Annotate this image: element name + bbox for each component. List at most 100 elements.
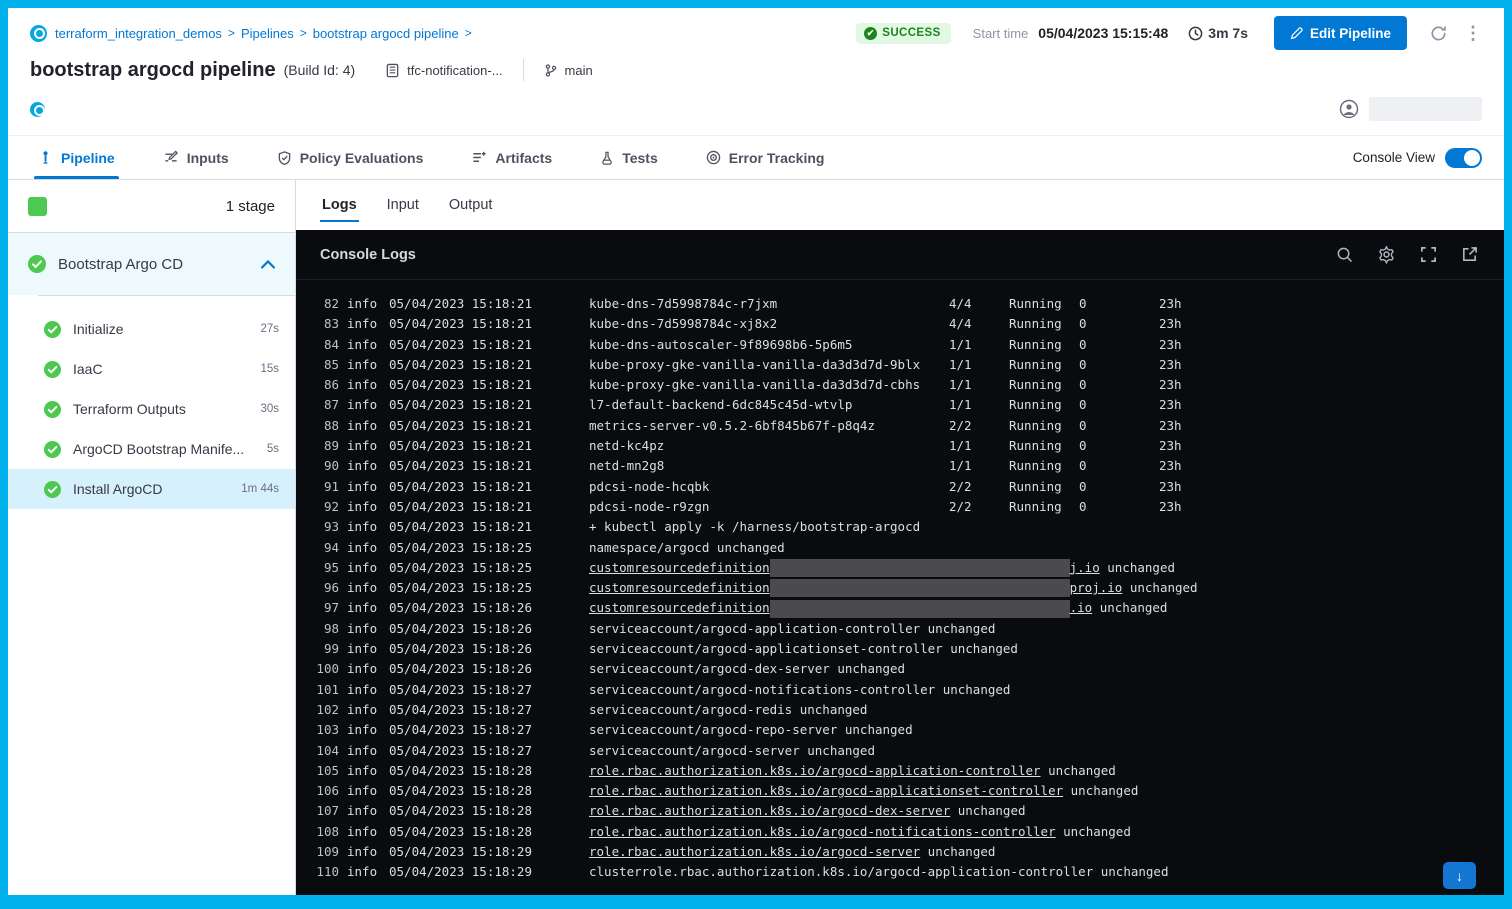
log-level: info	[347, 497, 381, 517]
log-level: info	[347, 700, 381, 720]
more-options-button[interactable]: ⋮	[1464, 23, 1482, 44]
log-open-external-button[interactable]	[1461, 246, 1478, 263]
log-message: kube-proxy-gke-vanilla-vanilla-da3d3d7d-…	[589, 375, 1504, 395]
log-text: unchanged	[1122, 578, 1197, 598]
log-link[interactable]: .io	[1070, 598, 1093, 618]
log-line: 110 info 05/04/2023 15:18:29 clusterrole…	[312, 862, 1504, 882]
step-duration: 30s	[260, 403, 279, 415]
log-line-number: 109	[312, 842, 339, 862]
log-link[interactable]: j.io	[1070, 558, 1100, 578]
pod-name: kube-dns-autoscaler-9f89698b6-5p6m5	[589, 335, 949, 355]
log-link[interactable]: role.rbac.authorization.k8s.io/argocd-no…	[589, 822, 1056, 842]
pod-age: 23h	[1159, 497, 1182, 517]
stage-success-icon	[28, 255, 46, 273]
log-link[interactable]: customresourcedefinition	[589, 598, 770, 618]
log-timestamp: 05/04/2023 15:18:26	[389, 659, 549, 679]
branch-info[interactable]: main	[544, 63, 593, 78]
breadcrumb-project[interactable]: terraform_integration_demos	[55, 26, 222, 41]
tab-output[interactable]: Output	[447, 180, 495, 230]
pipeline-tabbar: Pipeline Inputs Policy Evaluations Artif…	[8, 135, 1504, 180]
log-level: info	[347, 842, 381, 862]
log-level: info	[347, 862, 381, 882]
log-link[interactable]: role.rbac.authorization.k8s.io/argocd-se…	[589, 842, 920, 862]
log-level: info	[347, 720, 381, 740]
log-level: info	[347, 538, 381, 558]
log-search-button[interactable]	[1336, 246, 1353, 263]
page-header: terraform_integration_demos > Pipelines …	[8, 8, 1504, 135]
log-level: info	[347, 355, 381, 375]
pod-restarts: 0	[1079, 477, 1159, 497]
console-view-toggle[interactable]	[1445, 148, 1482, 168]
pod-age: 23h	[1159, 456, 1182, 476]
stage-count: 1 stage	[226, 198, 275, 215]
log-line: 100 info 05/04/2023 15:18:26 serviceacco…	[312, 659, 1504, 679]
log-line: 98 info 05/04/2023 15:18:26 serviceaccou…	[312, 619, 1504, 639]
log-timestamp: 05/04/2023 15:18:26	[389, 639, 549, 659]
step-terraform-outputs[interactable]: Terraform Outputs 30s	[8, 389, 295, 429]
log-line: 94 info 05/04/2023 15:18:25 namespace/ar…	[312, 538, 1504, 558]
log-link[interactable]: role.rbac.authorization.k8s.io/argocd-ap…	[589, 761, 1041, 781]
log-line-number: 87	[312, 395, 339, 415]
step-initialize[interactable]: Initialize 27s	[8, 309, 295, 349]
pod-status: Running	[1009, 456, 1079, 476]
breadcrumb-pipelines[interactable]: Pipelines	[241, 26, 294, 41]
log-timestamp: 05/04/2023 15:18:28	[389, 801, 549, 821]
log-line: 103 info 05/04/2023 15:18:27 serviceacco…	[312, 720, 1504, 740]
pod-name: kube-dns-7d5998784c-xj8x2	[589, 314, 949, 334]
log-line-number: 98	[312, 619, 339, 639]
pod-ready: 1/1	[949, 335, 1009, 355]
flask-icon	[600, 150, 614, 166]
log-timestamp: 05/04/2023 15:18:25	[389, 538, 549, 558]
edit-pipeline-button[interactable]: Edit Pipeline	[1274, 16, 1407, 50]
log-line-number: 88	[312, 416, 339, 436]
tab-inputs[interactable]: Inputs	[159, 136, 233, 179]
log-message: pdcsi-node-r9zgn2/2Running023h	[589, 497, 1504, 517]
tab-logs[interactable]: Logs	[320, 180, 359, 230]
step-iaac[interactable]: IaaC 15s	[8, 349, 295, 389]
step-success-icon	[44, 321, 61, 338]
refresh-button[interactable]	[1429, 24, 1448, 43]
tab-pipeline[interactable]: Pipeline	[34, 136, 119, 179]
log-line-number: 100	[312, 659, 339, 679]
pipeline-icon	[38, 150, 53, 166]
avatar[interactable]	[1339, 99, 1359, 119]
tab-error-tracking[interactable]: Error Tracking	[702, 136, 829, 179]
log-line-number: 85	[312, 355, 339, 375]
pod-age: 23h	[1159, 436, 1182, 456]
log-link[interactable]: customresourcedefinition	[589, 558, 770, 578]
log-line-number: 89	[312, 436, 339, 456]
log-link[interactable]: role.rbac.authorization.k8s.io/argocd-de…	[589, 801, 950, 821]
log-line-number: 99	[312, 639, 339, 659]
log-link[interactable]: role.rbac.authorization.k8s.io/argocd-ap…	[589, 781, 1063, 801]
log-fullscreen-button[interactable]	[1420, 246, 1437, 263]
tab-policy-evaluations[interactable]: Policy Evaluations	[273, 136, 428, 179]
log-link[interactable]: customresourcedefinition	[589, 578, 770, 598]
pod-age: 23h	[1159, 335, 1182, 355]
step-argocd-bootstrap-manifest[interactable]: ArgoCD Bootstrap Manife... 5s	[8, 429, 295, 469]
log-message: customresourcedefinition.io unchanged	[589, 598, 1504, 618]
tab-input[interactable]: Input	[385, 180, 421, 230]
log-message: serviceaccount/argocd-applicationset-con…	[589, 639, 1504, 659]
console-log-body[interactable]: 82 info 05/04/2023 15:18:21 kube-dns-7d5…	[296, 280, 1504, 895]
pod-restarts: 0	[1079, 294, 1159, 314]
log-message: l7-default-backend-6dc845c45d-wtvlp1/1Ru…	[589, 395, 1504, 415]
tab-tests[interactable]: Tests	[596, 136, 662, 179]
module-icon[interactable]	[30, 102, 45, 117]
log-settings-button[interactable]	[1377, 245, 1396, 264]
pod-name: pdcsi-node-hcqbk	[589, 477, 949, 497]
log-line: 101 info 05/04/2023 15:18:27 serviceacco…	[312, 680, 1504, 700]
log-timestamp: 05/04/2023 15:18:28	[389, 761, 549, 781]
step-install-argocd[interactable]: Install ArgoCD 1m 44s	[8, 469, 295, 509]
success-check-icon: ✔	[864, 27, 877, 40]
redacted-block	[770, 579, 1070, 597]
breadcrumb-pipeline[interactable]: bootstrap argocd pipeline	[313, 26, 459, 41]
log-line-number: 94	[312, 538, 339, 558]
tab-artifacts[interactable]: Artifacts	[467, 136, 556, 179]
stage-row[interactable]: Bootstrap Argo CD	[8, 233, 295, 295]
log-message: role.rbac.authorization.k8s.io/argocd-no…	[589, 822, 1504, 842]
repo-info[interactable]: tfc-notification-...	[385, 63, 502, 78]
step-success-icon	[44, 361, 61, 378]
log-link[interactable]: proj.io	[1070, 578, 1123, 598]
chevron-up-icon[interactable]	[261, 260, 275, 269]
scroll-to-bottom-button[interactable]: ↓	[1443, 862, 1476, 889]
